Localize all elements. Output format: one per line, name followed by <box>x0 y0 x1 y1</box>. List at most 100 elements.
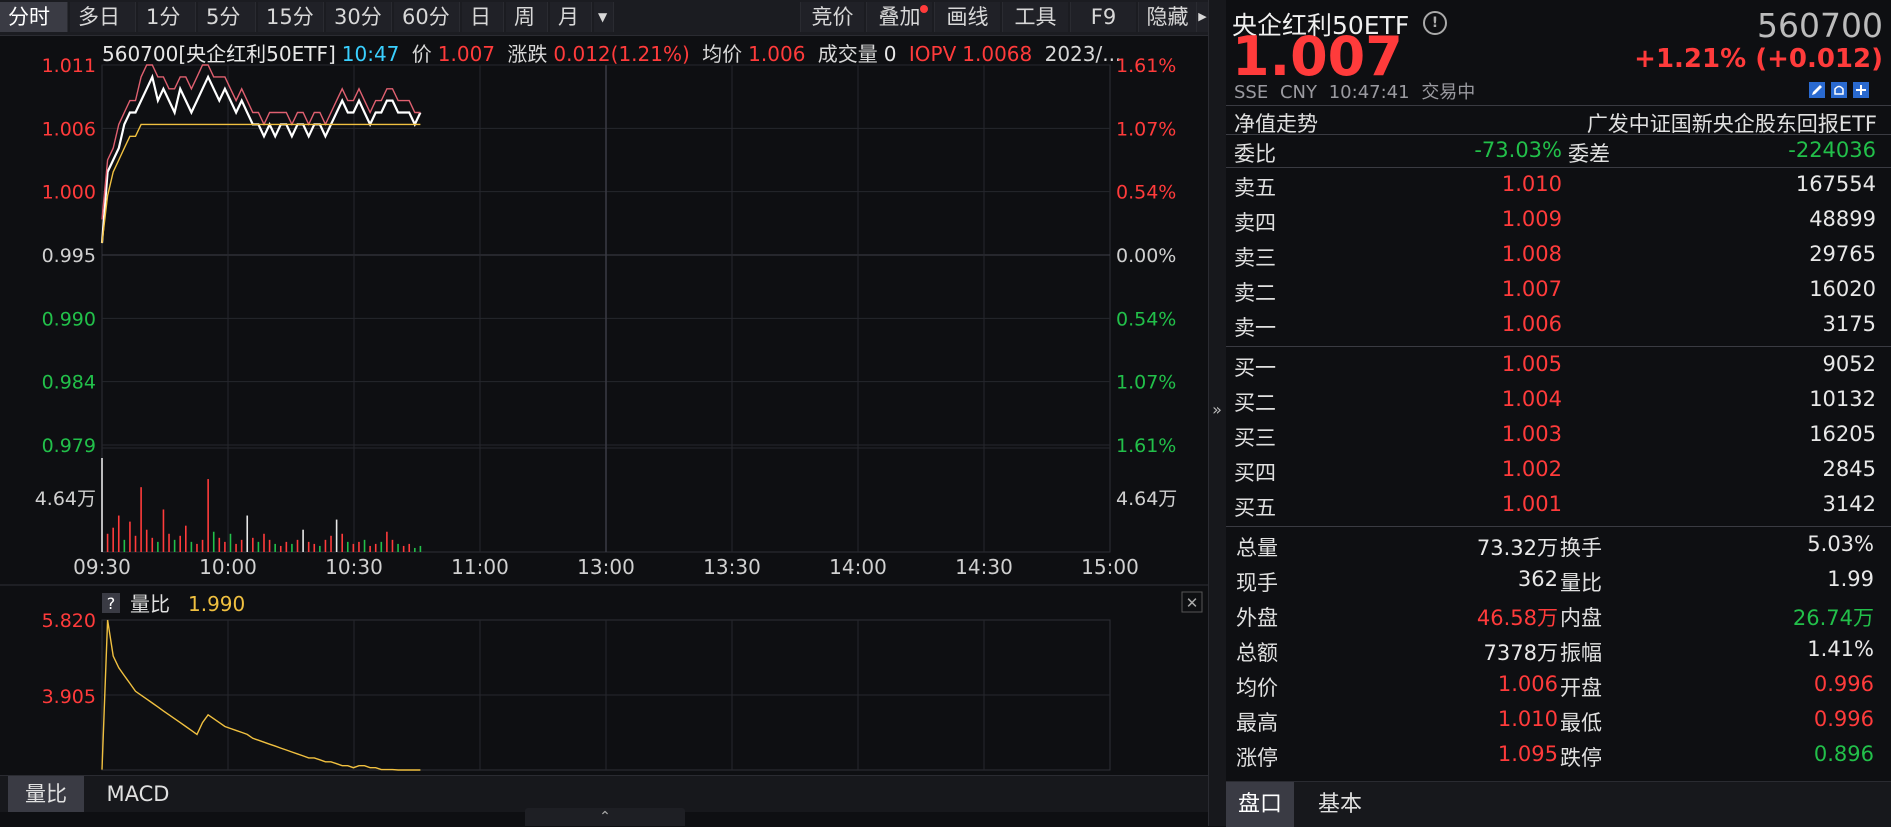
y-tick-right: 1.61% <box>1116 435 1176 457</box>
stat-label: 换手 <box>1560 536 1602 560</box>
ask-price: 1.008 <box>1501 242 1562 266</box>
stat-value: 5.03% <box>1807 532 1874 556</box>
weibi-label: 委比 <box>1234 142 1276 166</box>
ask-label: 卖一 <box>1234 316 1276 340</box>
stat-value: 362 <box>1517 567 1558 591</box>
ask-volume: 16020 <box>1809 277 1876 301</box>
ask-row[interactable]: 卖二 1.007 16020 <box>1234 277 1884 311</box>
tab-macd[interactable]: MACD <box>90 776 186 812</box>
ask-row[interactable]: 卖三 1.008 29765 <box>1234 242 1884 276</box>
info-icon[interactable]: ! <box>1423 11 1447 35</box>
quote-panel: 央企红利50ETF ! 560700 1.007 +1.21% (+0.012)… <box>1226 0 1891 826</box>
ask-volume: 3175 <box>1822 312 1876 336</box>
y-tick-left: 0.979 <box>42 435 96 457</box>
stat-value: 73.32万 <box>1476 536 1558 560</box>
ask-row[interactable]: 卖一 1.006 3175 <box>1234 312 1884 346</box>
expand-panel-icon[interactable]: ⌃ <box>525 808 685 826</box>
y-tick-left: 0.984 <box>42 372 96 394</box>
bid-row[interactable]: 买四 1.002 2845 <box>1234 457 1884 491</box>
stat-value: 26.74万 <box>1792 606 1874 630</box>
quote-time: 10:47:41 <box>1328 82 1410 103</box>
stat-value: 0.996 <box>1813 672 1874 696</box>
separator <box>1226 167 1891 168</box>
last-price: 1.007 <box>1232 25 1403 88</box>
ask-volume: 29765 <box>1809 242 1876 266</box>
ask-price: 1.009 <box>1501 207 1562 231</box>
avg-price-line <box>101 123 421 244</box>
stat-value: 0.896 <box>1813 742 1874 766</box>
bid-label: 买一 <box>1234 356 1276 380</box>
stat-label: 最低 <box>1560 711 1602 735</box>
separator <box>1226 346 1891 347</box>
volume-axis-left: 4.64万 <box>35 488 96 510</box>
ask-volume: 167554 <box>1795 172 1876 196</box>
x-tick: 14:00 <box>829 555 887 579</box>
indicator-y-tick: 5.820 <box>42 610 96 632</box>
stat-value: 1.010 <box>1497 707 1558 731</box>
bid-price: 1.003 <box>1501 422 1562 446</box>
stat-value: 7378万 <box>1483 641 1558 665</box>
bid-label: 买二 <box>1234 391 1276 415</box>
weicha-value: -224036 <box>1788 138 1876 162</box>
indicator-label: 量比 <box>130 592 170 616</box>
stat-value: 1.41% <box>1807 637 1874 661</box>
currency: CNY <box>1279 82 1317 103</box>
y-tick-right: 0.00% <box>1116 245 1176 267</box>
stat-label: 外盘 <box>1236 606 1278 630</box>
bid-price: 1.001 <box>1501 492 1562 516</box>
stat-value: 0.996 <box>1813 707 1874 731</box>
intraday-chart[interactable]: 1.011 1.61% 1.006 1.07% 1.000 0.54% 0.995 0.00%… <box>0 0 1208 775</box>
bid-row[interactable]: 买二 1.004 10132 <box>1234 387 1884 421</box>
collapse-panel-icon[interactable]: » <box>1210 400 1224 424</box>
x-tick: 09:30 <box>73 555 131 579</box>
ask-price: 1.006 <box>1501 312 1562 336</box>
stat-label: 总量 <box>1236 536 1278 560</box>
bid-row[interactable]: 买三 1.003 16205 <box>1234 422 1884 456</box>
bid-volume: 3142 <box>1822 492 1876 516</box>
separator <box>1226 105 1891 106</box>
security-code: 560700 <box>1757 6 1883 45</box>
bid-row[interactable]: 买一 1.005 9052 <box>1234 352 1884 386</box>
close-icon[interactable]: ✕ <box>1186 594 1199 612</box>
ask-label: 卖二 <box>1234 281 1276 305</box>
stat-label: 最高 <box>1236 711 1278 735</box>
ask-row[interactable]: 卖五 1.010 167554 <box>1234 172 1884 206</box>
y-tick-right: 1.61% <box>1116 55 1176 77</box>
volume-axis-right: 4.64万 <box>1116 488 1177 510</box>
stat-label: 内盘 <box>1560 606 1602 630</box>
stat-label: 振幅 <box>1560 641 1602 665</box>
ask-label: 卖四 <box>1234 211 1276 235</box>
tab-order-book[interactable]: 盘口 <box>1226 782 1294 827</box>
help-icon: ? <box>107 594 116 613</box>
y-tick-right: 1.07% <box>1116 118 1176 140</box>
bid-volume: 10132 <box>1809 387 1876 411</box>
stat-label: 跌停 <box>1560 746 1602 770</box>
x-tick: 10:30 <box>325 555 383 579</box>
stat-label: 现手 <box>1236 571 1278 595</box>
stat-label: 总额 <box>1236 641 1278 665</box>
ask-row[interactable]: 卖四 1.009 48899 <box>1234 207 1884 241</box>
x-tick: 11:00 <box>451 555 509 579</box>
y-tick-right: 0.54% <box>1116 308 1176 330</box>
ask-label: 卖三 <box>1234 246 1276 270</box>
tab-volume-ratio[interactable]: 量比 <box>8 776 84 812</box>
quote-bottom-tabs: 盘口 基本 <box>1226 781 1891 827</box>
alert-icon[interactable] <box>1831 82 1847 98</box>
stat-label: 涨停 <box>1236 746 1278 770</box>
bid-label: 买五 <box>1234 496 1276 520</box>
separator <box>1226 526 1891 527</box>
indicator-y-tick: 3.905 <box>42 686 96 708</box>
add-watchlist-icon[interactable] <box>1853 82 1869 98</box>
bid-row[interactable]: 买五 1.001 3142 <box>1234 492 1884 526</box>
trading-status: 交易中 <box>1421 82 1476 103</box>
stat-value: 1.99 <box>1827 567 1874 591</box>
bid-volume: 16205 <box>1809 422 1876 446</box>
tab-basic[interactable]: 基本 <box>1306 782 1374 827</box>
bid-label: 买四 <box>1234 461 1276 485</box>
bid-label: 买三 <box>1234 426 1276 450</box>
edit-icon[interactable] <box>1809 82 1825 98</box>
indicator-tabbar: 量比 MACD <box>0 775 1208 812</box>
y-tick-right: 0.54% <box>1116 182 1176 204</box>
stat-label: 开盘 <box>1560 676 1602 700</box>
iopv-line <box>101 64 421 220</box>
